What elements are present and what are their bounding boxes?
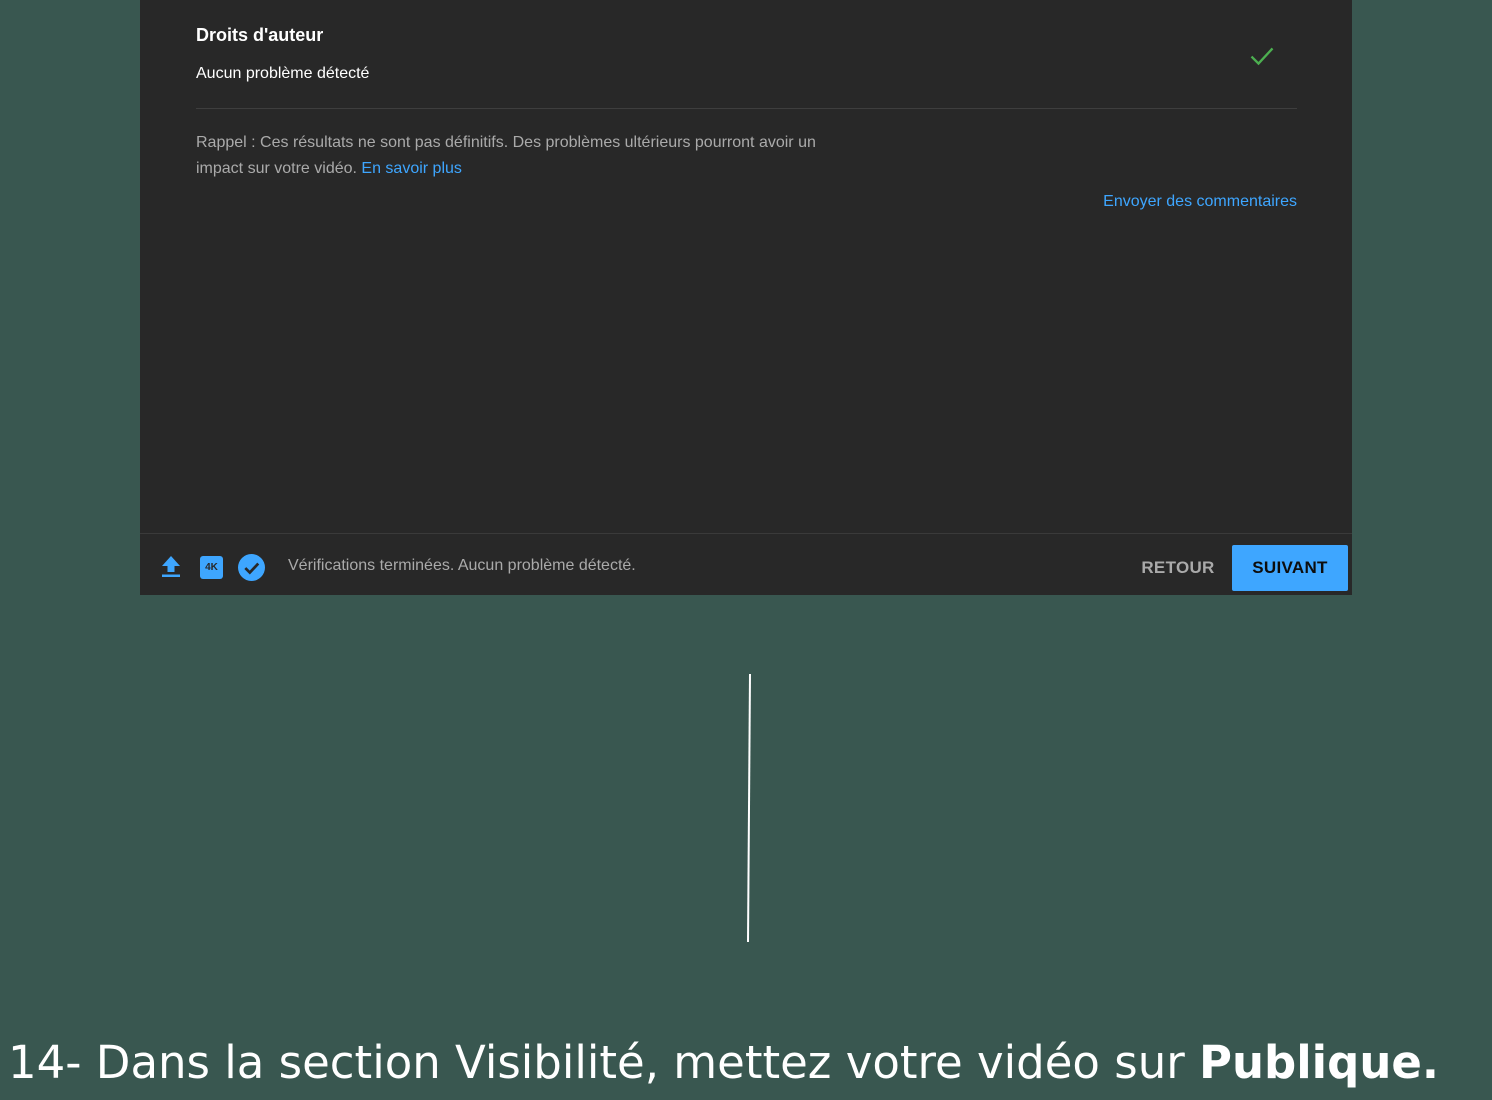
back-button[interactable]: RETOUR [1132,545,1224,591]
section-title: Droits d'auteur [196,25,324,45]
instruction-caption: 14- Dans la section Visibilité, mettez v… [8,1036,1439,1089]
send-feedback-link[interactable]: Envoyer des commentaires [1103,193,1297,211]
caption-text: 14- Dans la section Visibilité, mettez v… [8,1036,1200,1089]
next-button[interactable]: SUIVANT [1232,545,1348,591]
checks-status: Vérifications terminées. Aucun problème … [288,557,636,574]
copyright-status: Aucun problème détecté [196,65,370,82]
check-icon [1250,47,1274,66]
divider [196,108,1297,109]
caption-bold: Publique. [1199,1036,1439,1089]
learn-more-link[interactable]: En savoir plus [361,160,462,177]
reminder-note: Rappel : Ces résultats ne sont pas défin… [196,130,836,182]
4k-icon: 4K [200,556,223,579]
checks-done-icon [238,554,265,581]
connector-line [747,674,751,943]
reminder-text: Rappel : Ces résultats ne sont pas défin… [196,134,816,177]
footer-bar: 4K Vérifications terminées. Aucun problè… [140,533,1352,595]
checks-panel: Droits d'auteur Aucun problème détecté R… [140,0,1352,595]
upload-icon [162,556,180,577]
